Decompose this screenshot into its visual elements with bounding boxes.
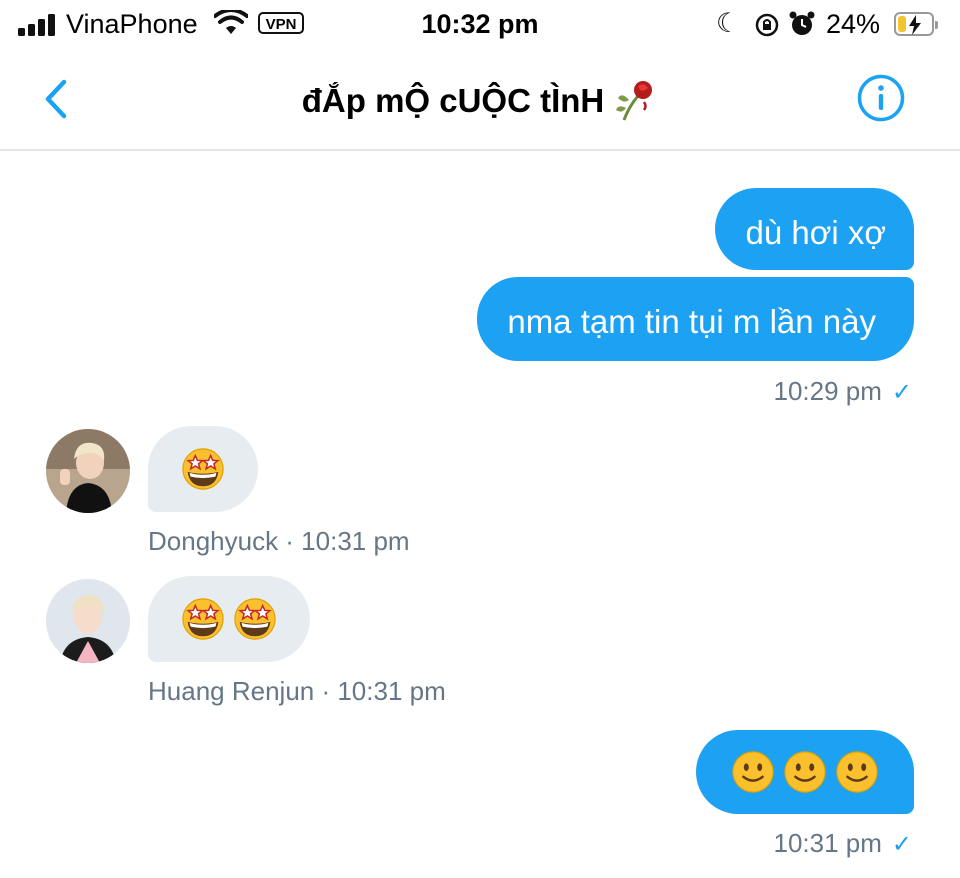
avatar-donghyuck[interactable] [46,429,130,513]
message-bubble-outgoing[interactable]: dù hơi xợ [715,188,914,270]
moon-icon: ☾ [716,8,741,38]
message-bubble-incoming[interactable] [148,426,258,512]
conversation-title-text: đẮp mỘ cUỘC tÌnH [301,82,605,119]
star-struck-emoji-icon [180,446,226,492]
info-icon[interactable] [857,74,905,122]
battery-percent: 24% [826,9,881,39]
status-bar: VinaPhone VPN 10:32 pm ☾ 24% [0,0,960,50]
battery-icon [894,12,938,36]
emoji-row [696,730,914,814]
message-timestamp: 10:31 pm ✓ [773,828,912,859]
star-struck-emoji-icon [180,596,226,642]
message-bubble-outgoing[interactable]: nma tạm tin tụi m lần này [477,277,914,361]
slightly-smiling-emoji-icon [730,749,776,795]
conversation-header: đẮp mỘ cUỘC tÌnH [0,50,960,151]
read-check-icon: ✓ [891,379,912,406]
message-sender-timestamp: Huang Renjun · 10:31 pm [148,676,446,706]
message-text: nma tạm tin tụi m lần này [507,303,876,340]
status-time: 10:32 pm [421,9,539,39]
message-sender-timestamp: Donghyuck · 10:31 pm [148,526,410,556]
orientation-lock-icon [755,13,779,37]
message-bubble-incoming[interactable] [148,576,310,662]
alarm-icon [789,11,815,35]
message-bubble-outgoing[interactable] [696,730,914,814]
message-timestamp: 10:29 pm ✓ [773,376,912,407]
timestamp-text: 10:29 pm [773,376,882,406]
slightly-smiling-emoji-icon [834,749,880,795]
emoji-row [148,576,310,662]
emoji-row [148,426,258,512]
star-struck-emoji-icon [232,596,278,642]
timestamp-text: 10:31 pm [773,828,882,858]
read-check-icon: ✓ [891,831,912,858]
conversation-title[interactable]: đẮp mỘ cUỘC tÌnH [0,78,960,122]
avatar-huang-renjun[interactable] [46,579,130,663]
message-text: dù hơi xợ [745,214,886,251]
wilted-flower-icon [616,81,653,121]
slightly-smiling-emoji-icon [782,749,828,795]
